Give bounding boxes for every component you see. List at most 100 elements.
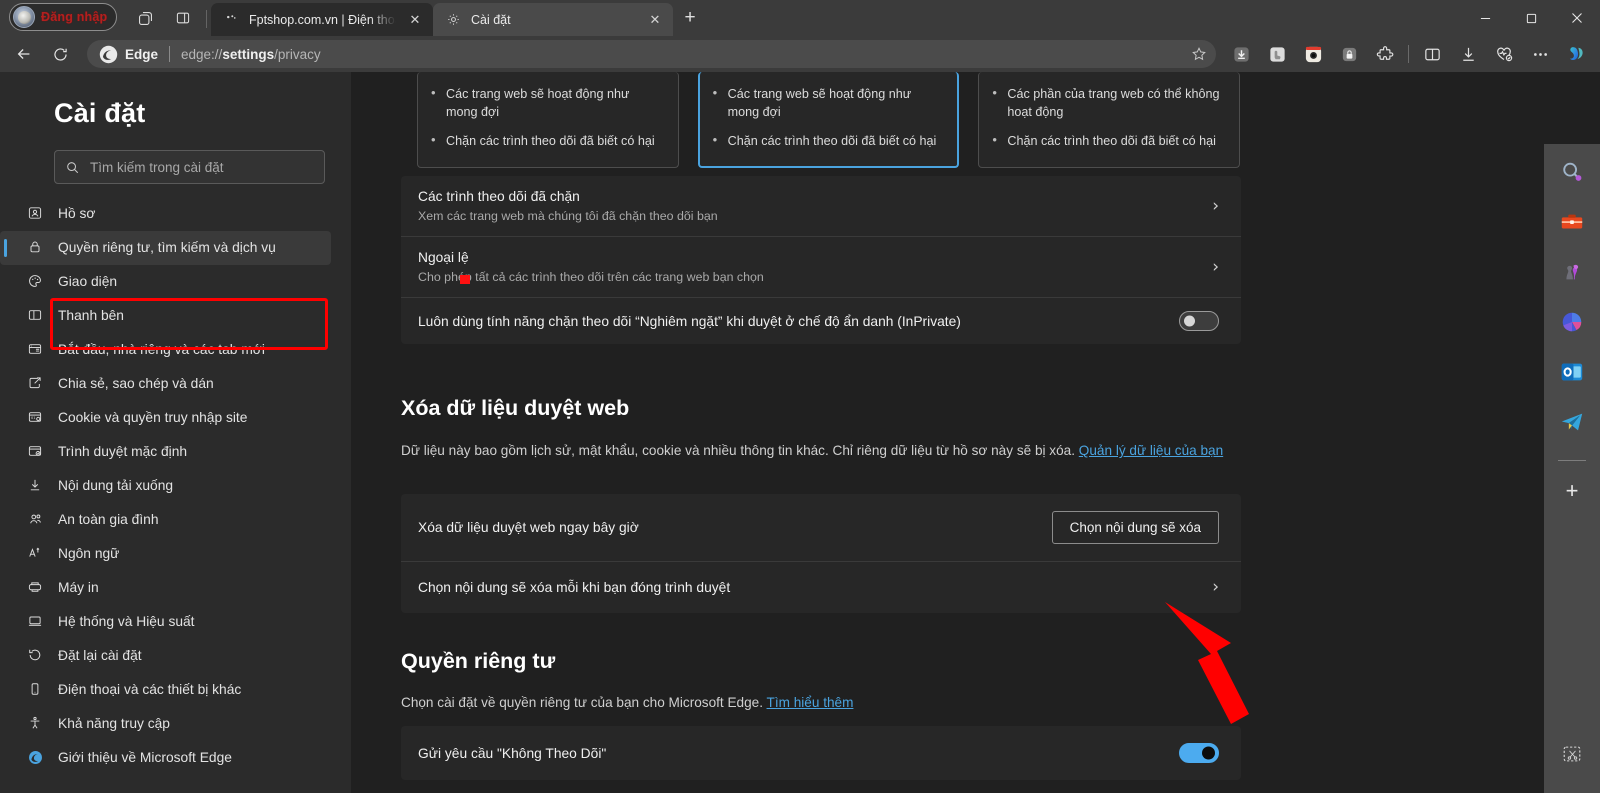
office-icon[interactable] xyxy=(1556,306,1588,338)
do-not-track-toggle[interactable] xyxy=(1179,743,1219,763)
search-input[interactable] xyxy=(90,160,314,175)
tracking-options-block: Các trình theo dõi đã chặn Xem các trang… xyxy=(401,176,1241,344)
tab-settings[interactable]: Cài đặt ✕ xyxy=(433,3,673,36)
instagram-icon[interactable] xyxy=(1295,39,1331,69)
copilot-search-icon[interactable] xyxy=(1556,156,1588,188)
omnibox-url: edge://settings/privacy xyxy=(181,47,321,62)
address-bar[interactable]: Edge edge://settings/privacy xyxy=(87,40,1216,68)
settings-nav-list: Hồ sơ Quyền riêng tư, tìm kiếm và dịch v… xyxy=(0,197,351,775)
navigation-bar: Edge edge://settings/privacy xyxy=(0,36,1600,72)
inprivate-strict-toggle[interactable] xyxy=(1179,311,1219,331)
tab-close-button[interactable]: ✕ xyxy=(405,10,425,30)
settings-more-icon[interactable] xyxy=(1522,39,1558,69)
profile-sign-in-button[interactable]: Đăng nhập xyxy=(9,3,117,31)
sidebar-item-cookies[interactable]: 01 Cookie và quyền truy nhập site xyxy=(0,401,331,435)
home-icon xyxy=(26,341,44,357)
sidebar-item-system[interactable]: Hệ thống và Hiệu suất xyxy=(0,605,331,639)
add-sidebar-app-button[interactable]: + xyxy=(1556,475,1588,507)
refresh-button[interactable] xyxy=(42,39,78,69)
exceptions-row[interactable]: Ngoại lệ Cho phép tất cả các trình theo … xyxy=(401,236,1241,297)
tracking-card-strict[interactable]: Các phần của trang web có thể không hoạt… xyxy=(978,72,1240,168)
new-tab-button[interactable]: + xyxy=(673,3,707,33)
split-screen-icon[interactable] xyxy=(164,3,202,33)
sidebar-item-privacy[interactable]: Quyền riêng tư, tìm kiếm và dịch vụ xyxy=(0,231,331,265)
tab-bar: Đăng nhập Fptshop.com.vn | Điện thoại, L… xyxy=(0,0,1600,36)
sidebar-item-label: Bắt đầu, nhà riêng và các tab mới xyxy=(58,340,265,360)
blocked-trackers-row[interactable]: Các trình theo dõi đã chặn Xem các trang… xyxy=(401,176,1241,236)
card-bullet: Các phần của trang web có thể không hoạt… xyxy=(989,85,1225,121)
telegram-icon[interactable] xyxy=(1556,406,1588,438)
screenshot-icon[interactable] xyxy=(1556,738,1588,770)
settings-main-panel: Các trang web sẽ hoạt động như mong đợi … xyxy=(351,72,1600,793)
sidebar-item-reset[interactable]: Đặt lại cài đặt xyxy=(0,639,331,673)
games-icon[interactable] xyxy=(1556,256,1588,288)
star-icon[interactable] xyxy=(1186,42,1212,66)
tools-briefcase-icon[interactable] xyxy=(1556,206,1588,238)
row-title: Gửi yêu cầu "Không Theo Dõi" xyxy=(418,746,606,761)
outlook-icon[interactable] xyxy=(1556,356,1588,388)
gear-icon xyxy=(445,11,462,28)
sidebar-item-profile[interactable]: Hồ sơ xyxy=(0,197,331,231)
sidebar-item-downloads[interactable]: Nội dung tải xuống xyxy=(0,469,331,503)
lock-icon[interactable] xyxy=(1331,39,1367,69)
sidebar-item-appearance[interactable]: Giao diện xyxy=(0,265,331,299)
sidebar-item-about-edge[interactable]: Giới thiệu về Microsoft Edge xyxy=(0,741,331,775)
back-button[interactable] xyxy=(6,39,42,69)
lock-icon xyxy=(26,239,44,255)
edge-browser-window: Đăng nhập Fptshop.com.vn | Điện thoại, L… xyxy=(0,0,1600,793)
sidebar-item-accessibility[interactable]: Khả năng truy cập xyxy=(0,707,331,741)
sidebar-item-phone-devices[interactable]: Điện thoại và các thiết bị khác xyxy=(0,673,331,707)
sidebar-item-share[interactable]: Chia sẻ, sao chép và dán xyxy=(0,367,331,401)
sidebar-item-label: Nội dung tải xuống xyxy=(58,476,173,496)
card-bullet: Các trang web sẽ hoạt động như mong đợi xyxy=(428,85,664,121)
extensions-icon[interactable] xyxy=(1367,39,1403,69)
sidebar-item-label: Quyền riêng tư, tìm kiếm và dịch vụ xyxy=(58,238,276,258)
read-aloud-icon[interactable] xyxy=(1259,39,1295,69)
maximize-button[interactable] xyxy=(1508,0,1554,36)
tab-bar-divider xyxy=(206,10,207,28)
copilot-icon[interactable] xyxy=(1558,39,1594,69)
sidebar-item-printers[interactable]: Máy in xyxy=(0,571,331,605)
default-browser-icon xyxy=(26,443,44,459)
phone-icon xyxy=(26,681,44,697)
sidebar-item-label: Máy in xyxy=(58,578,99,598)
omnibox-divider xyxy=(169,46,170,62)
chevron-right-icon: › xyxy=(1212,259,1219,276)
sidebar-item-label: Chia sẻ, sao chép và dán xyxy=(58,374,214,394)
card-bullet: Các trang web sẽ hoạt động như mong đợi xyxy=(710,85,944,121)
chevron-right-icon: › xyxy=(1212,198,1219,215)
toolbar-divider xyxy=(1408,45,1409,63)
edge-sidebar-bottom xyxy=(1544,738,1600,793)
sidebar-item-sidebar[interactable]: Thanh bên xyxy=(0,299,331,333)
reset-icon xyxy=(26,647,44,663)
row-title: Chọn nội dung sẽ xóa mỗi khi bạn đóng tr… xyxy=(418,580,730,595)
sidebar-item-label: Hệ thống và Hiệu suất xyxy=(58,612,195,632)
sidebar-item-default-browser[interactable]: Trình duyệt mặc định xyxy=(0,435,331,469)
downloads-icon[interactable] xyxy=(1450,39,1486,69)
row-title: Ngoại lệ xyxy=(418,250,764,265)
sidebar-item-label: Đặt lại cài đặt xyxy=(58,646,142,666)
download-arrow-icon[interactable] xyxy=(1223,39,1259,69)
settings-search-box[interactable] xyxy=(54,150,325,184)
tab-actions-icon[interactable] xyxy=(126,3,164,33)
close-button[interactable] xyxy=(1554,0,1600,36)
tracking-card-balanced[interactable]: Các trang web sẽ hoạt động như mong đợi … xyxy=(698,72,960,168)
row-title: Xóa dữ liệu duyệt web ngay bây giờ xyxy=(418,520,639,535)
cookie-icon: 01 xyxy=(26,409,44,425)
manage-data-link[interactable]: Quản lý dữ liệu của bạn xyxy=(1079,443,1223,458)
clear-on-close-row[interactable]: Chọn nội dung sẽ xóa mỗi khi bạn đóng tr… xyxy=(401,561,1241,613)
collections-icon[interactable] xyxy=(1486,39,1522,69)
privacy-block: Gửi yêu cầu "Không Theo Dõi" xyxy=(401,726,1241,780)
choose-what-to-clear-button[interactable]: Chọn nội dung sẽ xóa xyxy=(1052,511,1219,544)
sidebar-item-languages[interactable]: Ngôn ngữ xyxy=(0,537,331,571)
learn-more-link[interactable]: Tìm hiểu thêm xyxy=(767,695,854,710)
sidebar-item-family-safety[interactable]: An toàn gia đình xyxy=(0,503,331,537)
card-bullet: Chặn các trình theo dõi đã biết có hại xyxy=(989,132,1225,150)
tab-fptshop[interactable]: Fptshop.com.vn | Điện thoại, Lap ✕ xyxy=(211,3,433,36)
tab-close-button[interactable]: ✕ xyxy=(645,10,665,30)
tracking-card-basic[interactable]: Các trang web sẽ hoạt động như mong đợi … xyxy=(417,72,679,168)
edge-sidebar: + xyxy=(1544,144,1600,793)
sidebar-item-startup[interactable]: Bắt đầu, nhà riêng và các tab mới xyxy=(0,333,331,367)
minimize-button[interactable] xyxy=(1462,0,1508,36)
split-screen-icon[interactable] xyxy=(1414,39,1450,69)
